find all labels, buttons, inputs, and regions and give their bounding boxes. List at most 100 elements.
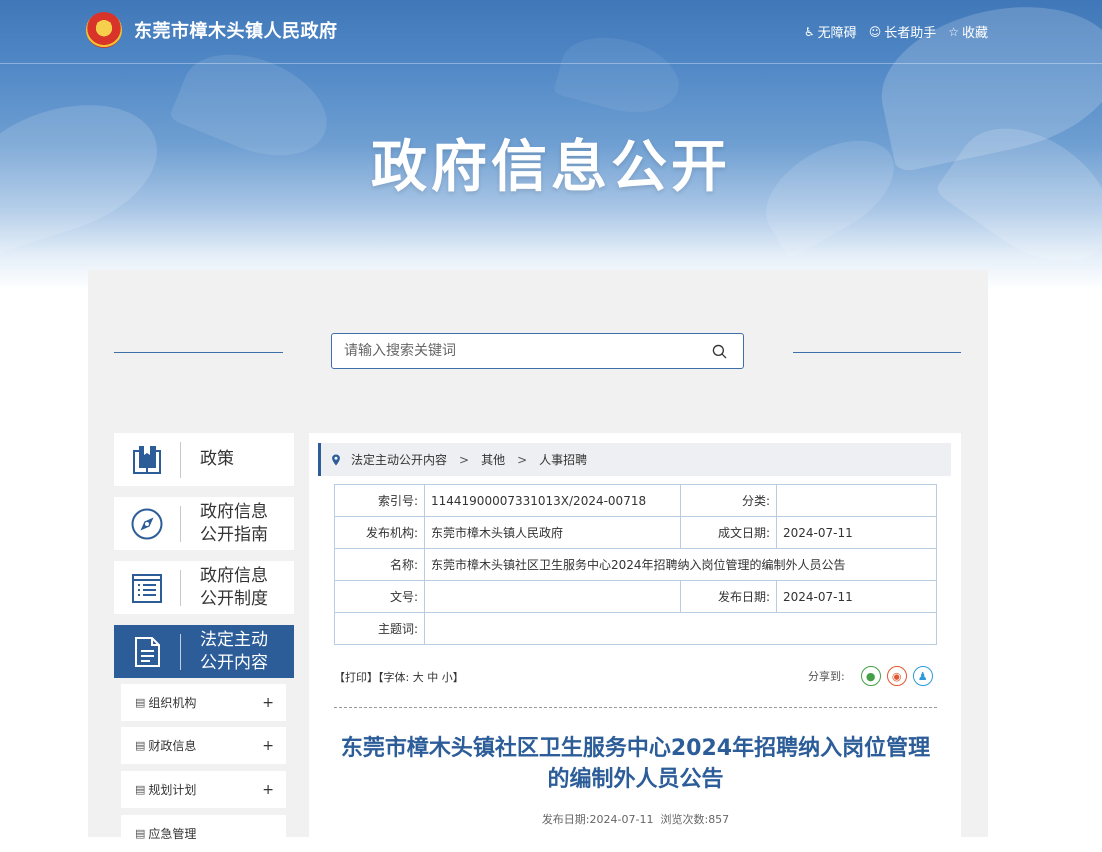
created-date-label: 成文日期:: [680, 516, 777, 549]
top-links: ♿ 无障碍 ☺ 长者助手 ☆ 收藏: [803, 22, 988, 42]
decorative-petal: [552, 25, 688, 125]
document-number-label: 文号:: [334, 580, 425, 613]
header-divider: [0, 63, 1102, 64]
breadcrumb-item[interactable]: 其他: [481, 451, 505, 468]
index-number-label: 索引号:: [334, 484, 425, 517]
article-views: 857: [708, 813, 730, 826]
sidebar-label-line: 政府信息: [200, 565, 268, 586]
keywords-label: 主题词:: [334, 612, 425, 645]
expand-icon[interactable]: +: [262, 738, 274, 754]
accessibility-label: 无障碍: [817, 26, 857, 41]
index-number-value: 11441900007331013X/2024-00718: [424, 484, 681, 517]
document-icon: [135, 636, 160, 667]
sub-item-label: 规划计划: [148, 783, 197, 797]
national-emblem-icon: [86, 12, 122, 48]
table-row: 发布机构: 东莞市樟木头镇人民政府 成文日期: 2024-07-11: [334, 516, 937, 549]
search-icon[interactable]: [712, 344, 727, 359]
table-row: 名称: 东莞市樟木头镇社区卫生服务中心2024年招聘纳入岗位管理的编制外人员公告: [334, 548, 937, 581]
favorite-link[interactable]: ☆ 收藏: [948, 22, 988, 42]
font-size-prefix: 【字体:: [378, 671, 410, 684]
expand-icon[interactable]: +: [262, 782, 274, 798]
list-icon: [132, 573, 162, 603]
sub-item-label: 组织机构: [148, 696, 197, 710]
font-size-suffix: 】: [452, 671, 464, 684]
qq-icon[interactable]: ♟: [912, 666, 933, 686]
accessibility-link[interactable]: ♿ 无障碍: [803, 22, 857, 42]
sidebar-item-statutory-content[interactable]: 法定主动 公开内容: [114, 625, 294, 678]
elder-assistant-label: 长者助手: [884, 26, 937, 41]
sidebar-item-disclosure-guide[interactable]: 政府信息 公开指南: [114, 497, 294, 550]
keywords-value: [424, 612, 937, 645]
print-button[interactable]: 【打印】: [334, 671, 378, 684]
search-box: [331, 333, 744, 369]
hero-title: 政府信息公开: [371, 135, 731, 200]
sub-item-finance[interactable]: ▤ 财政信息 +: [121, 727, 286, 764]
location-pin-icon: [332, 453, 340, 466]
sub-item-organization[interactable]: ▤ 组织机构 +: [121, 684, 286, 721]
article-date-label: 发布日期:: [541, 813, 590, 826]
search-right-rule: [793, 352, 961, 353]
article-views-label: 浏览次数:: [660, 813, 709, 826]
file-icon: ▤: [135, 696, 146, 709]
share-bar: 分享到: ● ◉ ♟: [808, 666, 933, 686]
created-date-value: 2024-07-11: [776, 516, 937, 549]
font-small-button[interactable]: 小: [442, 671, 453, 684]
weibo-icon[interactable]: ◉: [886, 666, 907, 686]
document-name-value: 东莞市樟木头镇社区卫生服务中心2024年招聘纳入岗位管理的编制外人员公告: [424, 548, 937, 581]
compass-icon: [131, 508, 163, 539]
article-title: 东莞市樟木头镇社区卫生服务中心2024年招聘纳入岗位管理的编制外人员公告: [340, 736, 931, 792]
breadcrumb-item[interactable]: 法定主动公开内容: [351, 451, 447, 468]
file-icon: ▤: [135, 827, 146, 840]
sidebar-label-line: 法定主动: [200, 629, 268, 650]
font-medium-button[interactable]: 中: [427, 671, 438, 684]
sidebar-item-label: 政策: [181, 448, 234, 471]
accessibility-icon: ♿: [803, 24, 815, 39]
sidebar-separator: [180, 633, 181, 670]
favorite-label: 收藏: [961, 26, 988, 41]
site-title[interactable]: 东莞市樟木头镇人民政府: [134, 17, 338, 43]
sub-item-emergency[interactable]: ▤ 应急管理: [121, 815, 286, 852]
document-number-value: [424, 580, 681, 613]
file-icon: ▤: [135, 739, 146, 752]
sidebar-label-line: 政府信息: [200, 501, 268, 522]
breadcrumb-separator: >: [459, 452, 470, 467]
sub-item-label: 应急管理: [148, 827, 197, 841]
elder-icon: ☺: [868, 24, 882, 39]
table-row: 索引号: 11441900007331013X/2024-00718 分类:: [334, 484, 937, 517]
font-large-button[interactable]: 大: [413, 671, 424, 684]
category-value: [776, 484, 937, 517]
published-date-label: 发布日期:: [680, 580, 777, 613]
publisher-value: 东莞市樟木头镇人民政府: [424, 516, 681, 549]
book-icon: [133, 445, 161, 474]
sidebar-label-line: 政策: [200, 449, 234, 469]
expand-icon[interactable]: +: [262, 695, 274, 711]
content-divider: [334, 707, 937, 708]
sidebar-item-disclosure-system[interactable]: 政府信息 公开制度: [114, 561, 294, 614]
elder-assistant-link[interactable]: ☺ 长者助手: [868, 22, 937, 42]
sidebar-item-label: 政府信息 公开指南: [181, 501, 268, 547]
search-input[interactable]: [332, 334, 692, 368]
sidebar-label-line: 公开指南: [200, 524, 268, 545]
share-label: 分享到:: [808, 670, 845, 683]
publisher-label: 发布机构:: [334, 516, 425, 549]
article-tools: 【打印】【字体: 大 中 小】: [334, 669, 464, 685]
table-row: 文号: 发布日期: 2024-07-11: [334, 580, 937, 613]
document-name-label: 名称:: [334, 548, 425, 581]
sidebar-item-label: 法定主动 公开内容: [181, 629, 268, 675]
breadcrumb-separator: >: [517, 452, 528, 467]
sidebar-item-label: 政府信息 公开制度: [181, 565, 268, 611]
wechat-icon[interactable]: ●: [860, 666, 881, 686]
sub-item-planning[interactable]: ▤ 规划计划 +: [121, 771, 286, 808]
breadcrumb: 法定主动公开内容 > 其他 > 人事招聘: [318, 443, 951, 476]
article-date: 2024-07-11: [589, 813, 654, 826]
sidebar-label-line: 公开内容: [200, 652, 268, 673]
category-label: 分类:: [680, 484, 777, 517]
search-left-rule: [114, 352, 283, 353]
sidebar-item-policy[interactable]: 政策: [114, 433, 294, 486]
table-row: 主题词:: [334, 612, 937, 645]
star-icon: ☆: [948, 24, 959, 39]
breadcrumb-item[interactable]: 人事招聘: [539, 451, 587, 468]
sidebar-label-line: 公开制度: [200, 588, 268, 609]
article-meta: 发布日期:2024-07-11 浏览次数:857: [334, 811, 937, 827]
document-metadata-table: 索引号: 11441900007331013X/2024-00718 分类: 发…: [334, 484, 937, 645]
